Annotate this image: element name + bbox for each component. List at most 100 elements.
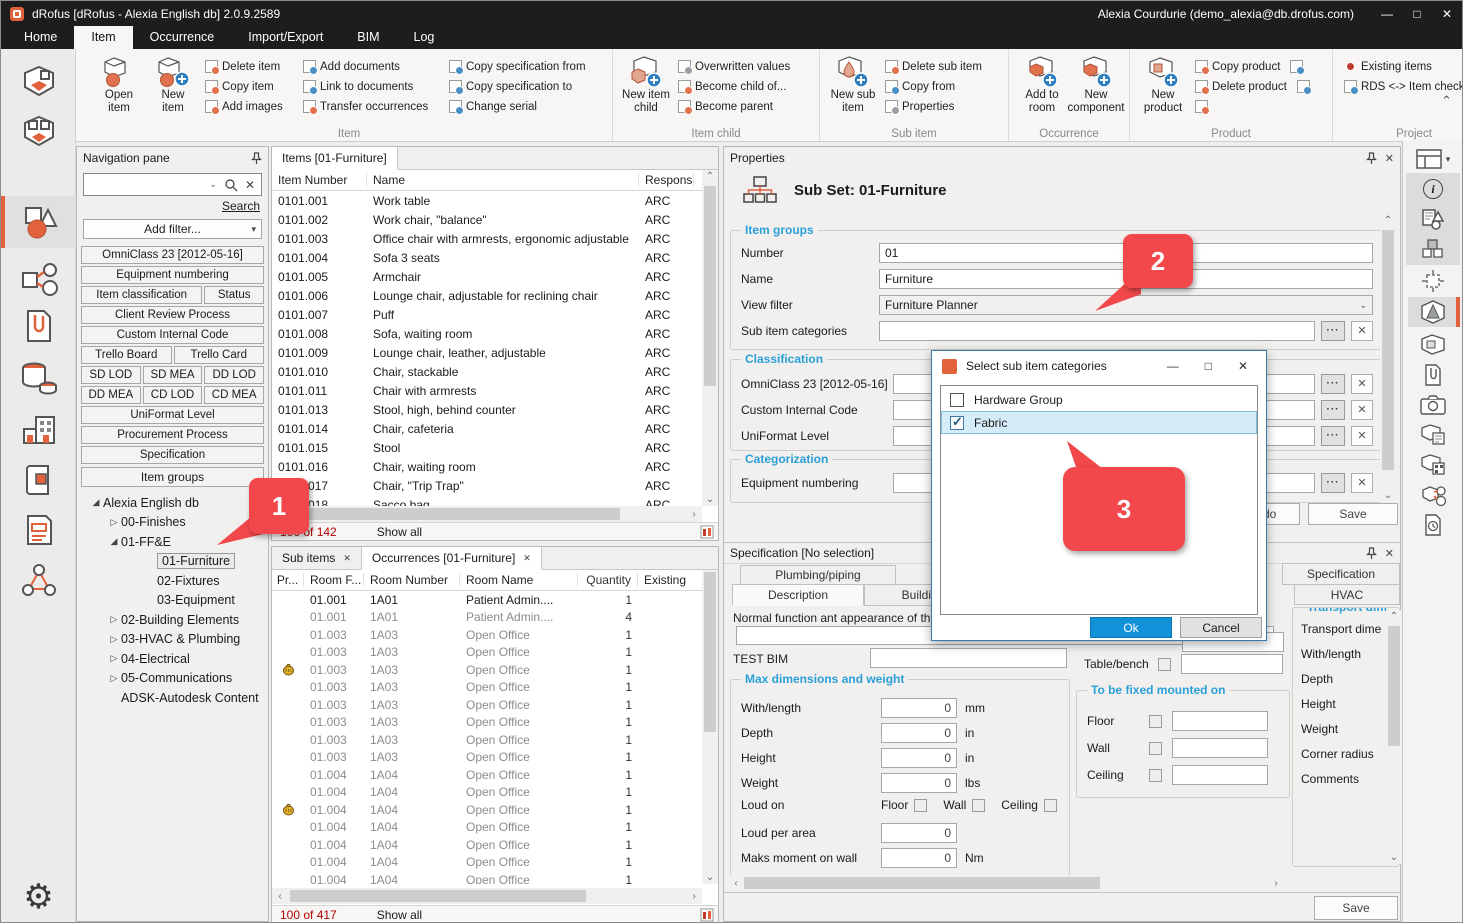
ribbon-small-button[interactable]: Copy from xyxy=(885,80,997,93)
occurrence-row[interactable]: 01.001 1A01 Patient Admin.... 1 xyxy=(272,591,702,609)
filter-button[interactable]: SD MEA xyxy=(143,366,203,384)
ribbon-small-button[interactable]: RDS <-> Item check xyxy=(1344,80,1463,93)
picker-button[interactable]: ··· xyxy=(1321,374,1345,394)
close-tab-icon[interactable]: ✕ xyxy=(343,553,351,564)
filter-button[interactable]: Client Review Process xyxy=(81,306,264,324)
scroll-up-icon[interactable]: ⌃ xyxy=(1386,611,1402,622)
filter-button[interactable]: Trello Card xyxy=(174,346,265,364)
clear-button[interactable]: ✕ xyxy=(1351,374,1373,394)
minimize-button[interactable]: — xyxy=(1372,7,1402,21)
tree-node[interactable]: ▷ 05-Communications xyxy=(81,669,264,689)
filter-button[interactable]: CD MEA xyxy=(204,386,264,404)
ribbon-small-button[interactable]: Link to documents xyxy=(303,80,439,93)
dimension-field[interactable]: 0 xyxy=(881,823,957,843)
data-grid-view-icon[interactable] xyxy=(1408,451,1458,479)
table-bench-field[interactable] xyxy=(1181,654,1283,674)
ribbon-small-button[interactable]: Properties xyxy=(885,100,997,113)
table-bench-checkbox[interactable] xyxy=(1158,658,1171,671)
search-input[interactable]: ⌄ ✕ xyxy=(83,173,262,196)
log-view-icon[interactable] xyxy=(1408,511,1458,539)
tree-expander-icon[interactable]: ▷ xyxy=(107,653,121,664)
sidebar-item-reports[interactable] xyxy=(1,506,76,554)
col-header-existing[interactable]: Existing xyxy=(638,573,694,587)
ribbon-tab[interactable]: BIM xyxy=(340,26,396,49)
tree-expander-icon[interactable]: ◢ xyxy=(89,497,103,508)
loud-floor-checkb0x[interactable] xyxy=(914,799,927,812)
tree-expander-icon[interactable]: ▷ xyxy=(107,517,121,528)
item-row[interactable]: 0101.001 Work table ARC xyxy=(272,191,702,210)
filter-button[interactable]: DD MEA xyxy=(81,386,141,404)
layout-chooser-button[interactable]: ▾ xyxy=(1408,145,1458,173)
item-row[interactable]: 0101.015 Stool ARC xyxy=(272,438,702,457)
cancel-button[interactable]: Cancel xyxy=(1180,617,1262,638)
mount-checkbox[interactable] xyxy=(1149,769,1162,782)
sidebar-item-components[interactable] xyxy=(1,256,76,304)
occurrence-row[interactable]: 01.003 1A03 Open Office 1 xyxy=(272,696,702,714)
ribbon-small-button[interactable]: Existing items xyxy=(1344,60,1463,73)
scroll-left-icon[interactable]: ‹ xyxy=(728,878,744,889)
scroll-up-icon[interactable]: ⌃ xyxy=(1380,215,1396,226)
picker-button[interactable]: ··· xyxy=(1321,473,1345,493)
filter-button[interactable]: Specification xyxy=(81,446,264,464)
dimension-field[interactable]: 0 xyxy=(881,848,957,868)
mount-field[interactable] xyxy=(1172,711,1268,731)
ribbon-small-button[interactable]: Change serial xyxy=(449,100,601,113)
ribbon-small-button[interactable]: Copy specification to xyxy=(449,80,601,93)
mount-field[interactable] xyxy=(1172,765,1268,785)
tree-expander-icon[interactable]: ▷ xyxy=(107,614,121,625)
sidebar-item-finances[interactable] xyxy=(1,354,76,402)
col-header-quantity[interactable]: Quantity xyxy=(578,573,638,587)
show-all-link[interactable]: Show all xyxy=(377,525,422,539)
tab-hvac[interactable]: HVAC xyxy=(1294,584,1400,605)
tree-node[interactable]: ▷ 03-HVAC & Plumbing xyxy=(81,630,264,650)
sub-items-view-icon[interactable] xyxy=(1408,235,1458,263)
filter-button[interactable]: Equipment numbering xyxy=(81,266,264,284)
ribbon-small-button[interactable]: Copy item xyxy=(205,80,293,93)
scroll-down-icon[interactable]: ⌄ xyxy=(702,872,718,883)
picker-button[interactable]: ··· xyxy=(1321,426,1345,446)
ribbon-tab[interactable]: Occurrence xyxy=(133,26,232,49)
close-tab-icon[interactable]: ✕ xyxy=(523,553,531,564)
item-row[interactable]: 0101.017 Chair, "Trip Trap" ARC xyxy=(272,476,702,495)
categories-picker-button[interactable]: ··· xyxy=(1321,321,1345,341)
product-view-icon[interactable] xyxy=(1408,331,1458,359)
ribbon-small-button[interactable]: Delete product xyxy=(1195,80,1321,93)
dialog-close-icon[interactable]: ✕ xyxy=(1238,359,1248,373)
tree-expander-icon[interactable]: ◢ xyxy=(107,536,121,547)
ribbon-small-button[interactable]: Copy product xyxy=(1195,60,1321,73)
clear-search-icon[interactable]: ✕ xyxy=(245,178,255,192)
ribbon-small-button[interactable]: Add images xyxy=(205,100,293,113)
ribbon-small-button[interactable]: Delete sub item xyxy=(885,60,997,73)
category-row[interactable]: Hardware Group xyxy=(941,388,1257,411)
images-view-icon[interactable] xyxy=(1408,391,1458,419)
occurrence-row[interactable]: 01.004 1A04 Open Office 1 xyxy=(272,819,702,837)
ribbon-small-button[interactable]: Become child of... xyxy=(678,80,808,93)
tree-node[interactable]: ADSK-Autodesk Content xyxy=(81,688,264,708)
loud-ceiling-checkbox[interactable] xyxy=(1044,799,1057,812)
document-plus-icon[interactable] xyxy=(1297,80,1310,93)
occurrence-row[interactable]: 01.003 1A03 Open Office 1 xyxy=(272,661,702,679)
category-checkbox[interactable] xyxy=(950,416,964,430)
sidebar-item-systems[interactable] xyxy=(1,556,76,604)
occurrence-row[interactable]: 01.004 1A04 Open Office 1 xyxy=(272,801,702,819)
tree-node[interactable]: ▷ 02-Building Elements xyxy=(81,610,264,630)
filter-button[interactable]: UniFormat Level xyxy=(81,406,264,424)
properties-vertical-scrollbar[interactable]: ⌃ ⌄ xyxy=(1380,214,1396,502)
tree-node[interactable]: 01-Furniture xyxy=(81,552,264,572)
item-row[interactable]: 0101.002 Work chair, "balance" ARC xyxy=(272,210,702,229)
column-chooser-icon[interactable] xyxy=(700,525,714,539)
sidebar-item-items[interactable] xyxy=(1,196,76,248)
mount-checkbox[interactable] xyxy=(1149,742,1162,755)
tab-specification[interactable]: Specification xyxy=(1282,563,1400,585)
ribbon-big-button[interactable]: New subitem xyxy=(826,53,880,115)
category-row[interactable]: Fabric xyxy=(941,411,1257,434)
close-button[interactable]: ✕ xyxy=(1432,7,1462,21)
ribbon-big-button[interactable]: Add toroom xyxy=(1015,53,1069,115)
show-all-link[interactable]: Show all xyxy=(377,908,422,922)
filter-button[interactable]: SD LOD xyxy=(81,366,141,384)
ribbon-big-button[interactable]: Newcomponent xyxy=(1069,53,1123,115)
occurrence-row[interactable]: 01.003 1A03 Open Office 1 xyxy=(272,644,702,662)
test-bim-field[interactable] xyxy=(870,648,1067,668)
clear-button[interactable]: ✕ xyxy=(1351,426,1373,446)
scroll-left-icon[interactable]: ‹ xyxy=(272,891,288,902)
